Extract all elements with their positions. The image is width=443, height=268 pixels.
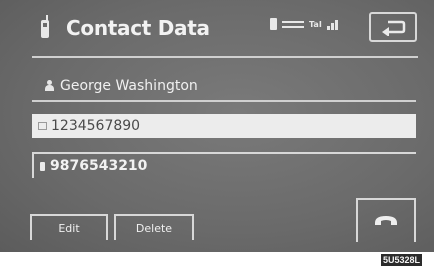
person-icon (44, 80, 54, 92)
handset-icon (375, 216, 397, 225)
name-divider (32, 100, 416, 102)
phone-number-text: 9876543210 (50, 158, 148, 174)
page-title: Contact Data (66, 16, 210, 40)
status-text: TaI (309, 19, 322, 29)
status-indicators: TaI (270, 18, 338, 30)
phone-icon (38, 15, 52, 41)
contact-name-row: George Washington (44, 78, 198, 94)
signal-icon (326, 18, 338, 30)
contact-name: George Washington (60, 78, 198, 94)
call-button[interactable] (356, 198, 416, 242)
delete-button[interactable]: Delete (114, 214, 194, 240)
edit-button[interactable]: Edit (30, 214, 108, 240)
status-phone-icon (270, 18, 277, 30)
header-divider (32, 56, 418, 58)
home-icon (38, 122, 47, 130)
phone-number-mobile[interactable]: 9876543210 (32, 152, 416, 178)
edit-label: Edit (58, 221, 80, 235)
mobile-icon (40, 161, 45, 171)
header: Contact Data (38, 10, 210, 46)
contact-data-screen: Contact Data TaI George Washington 12345… (0, 0, 434, 252)
back-arrow-icon (382, 20, 406, 36)
phone-number-text: 1234567890 (51, 118, 141, 134)
delete-label: Delete (135, 221, 173, 235)
back-button[interactable] (369, 12, 417, 42)
phone-number-home[interactable]: 1234567890 (32, 114, 416, 138)
figure-code: 5U5328L (381, 254, 423, 266)
battery-icon (282, 20, 304, 28)
